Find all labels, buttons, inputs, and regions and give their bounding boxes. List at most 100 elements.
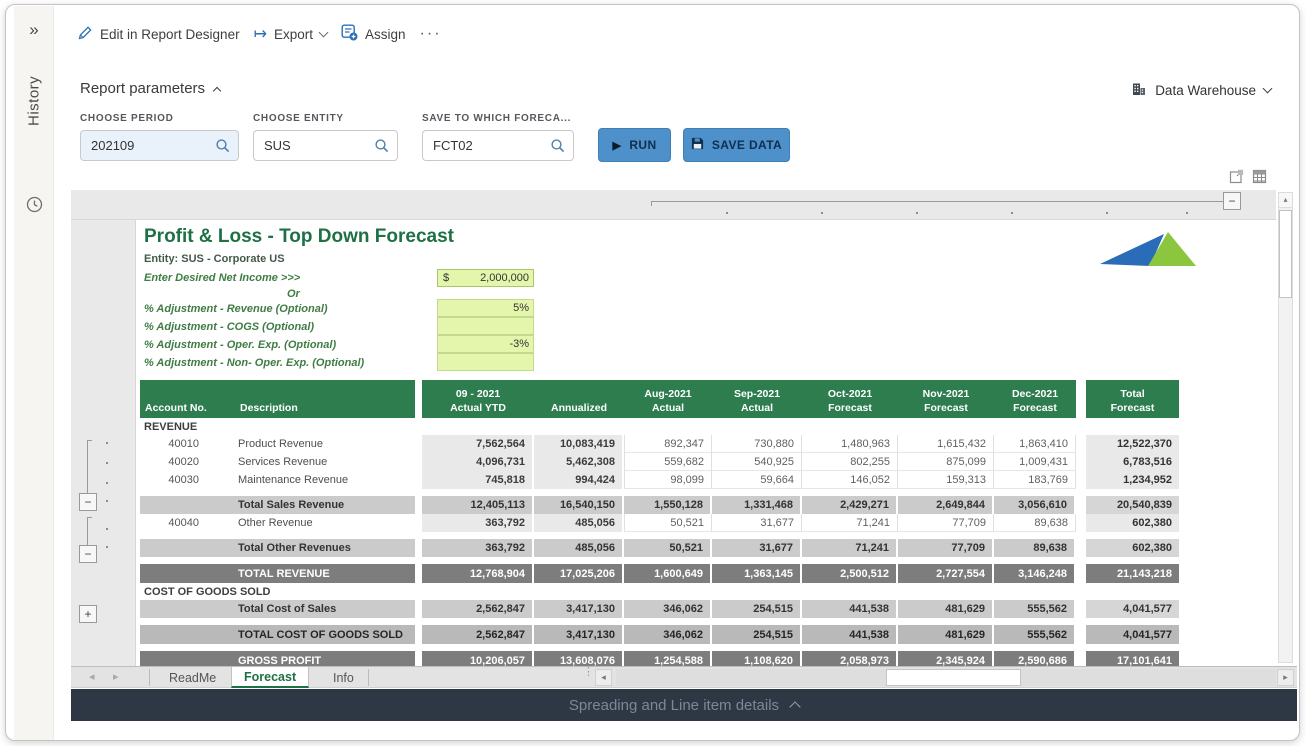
gap [415,453,422,471]
search-icon[interactable] [215,138,231,159]
description-cell: TOTAL REVENUE [235,564,415,583]
aug-actual-cell[interactable]: 50,521 [624,514,712,532]
open-in-window-icon[interactable] [1229,169,1244,189]
or-label: Or [287,286,300,302]
sep-actual-cell[interactable]: 31,677 [712,514,802,532]
nov-forecast-cell[interactable]: 77,709 [898,514,994,532]
oct-forecast-cell: 441,538 [802,600,898,618]
horizontal-scroll-thumb[interactable] [886,669,1021,686]
field-label: CHOOSE ENTITY [253,113,398,124]
field-label: CHOOSE PERIOD [80,113,239,124]
assign-button[interactable]: Assign [341,24,406,44]
row-group-collapse-button[interactable]: − [79,545,97,563]
aug-actual-cell[interactable]: 892,347 [624,435,712,453]
sheet-tab-info[interactable]: Info [321,667,366,688]
sheet-view-icons [1229,169,1267,189]
dec-forecast-cell[interactable]: 1,009,431 [994,453,1076,471]
adjustment-input-cell[interactable]: 5% [437,299,534,317]
sheet-tab-readme[interactable]: ReadMe [157,667,228,688]
search-icon[interactable] [374,138,390,159]
section-label: REVENUE [140,418,1179,435]
gap [415,435,422,453]
sep-actual-cell: 1,363,145 [712,564,802,583]
dec-forecast-cell[interactable]: 1,863,410 [994,435,1076,453]
tab-scroll-right-icon[interactable]: ▸ [113,670,119,683]
gap [1076,514,1086,532]
grid-view-icon[interactable] [1252,169,1267,189]
scroll-right-arrow[interactable]: ▸ [1277,669,1294,686]
annualized-cell: 17,025,206 [534,564,624,583]
sep-actual-cell[interactable]: 540,925 [712,453,802,471]
sep-actual-cell[interactable]: 59,664 [712,471,802,489]
sidebar-history-label[interactable]: History [14,56,54,146]
dec-forecast-cell[interactable]: 89,638 [994,514,1076,532]
spreading-details-drawer-toggle[interactable]: Spreading and Line item details [71,689,1297,721]
pane-splitter-handle[interactable]: ⋮ [583,669,594,675]
total-forecast-cell: 12,522,370 [1086,435,1179,453]
sheet-tab-bar: ◂ ▸ ReadMeForecast Info ⋮ ◂ ▸ [71,666,1297,688]
edit-in-report-designer-button[interactable]: Edit in Report Designer [77,25,240,44]
row-outline-gutter: − − + [71,190,136,666]
parameter-field: CHOOSE ENTITY [253,113,398,161]
report-parameters-toggle[interactable]: Report parameters [80,80,220,97]
table-row: Total Sales Revenue12,405,11316,540,1501… [140,496,1179,514]
sheet-tab-forecast[interactable]: Forecast [231,667,309,688]
oct-forecast-cell[interactable]: 146,052 [802,471,898,489]
dec-forecast-cell[interactable]: 183,769 [994,471,1076,489]
gap [1076,453,1086,471]
gap [1076,539,1086,557]
chevron-up-icon [213,86,221,94]
adjustment-label: % Adjustment - Oper. Exp. (Optional) [144,337,336,353]
export-button[interactable]: ↦ Export [254,24,327,44]
sheet-entity-label: Entity: SUS - Corporate US [144,253,285,265]
scroll-left-arrow[interactable]: ◂ [595,669,612,686]
table-row: 40040Other Revenue363,792485,05650,52131… [140,514,1179,532]
nov-forecast-cell[interactable]: 159,313 [898,471,994,489]
oct-forecast-cell[interactable]: 1,480,963 [802,435,898,453]
sidebar-expand-button[interactable]: » [14,20,54,40]
chevron-down-icon [319,27,329,37]
vertical-scrollbar[interactable]: ▴ [1278,192,1293,663]
row-group-collapse-button[interactable]: − [79,493,97,511]
dec-forecast-cell: 555,562 [994,600,1076,618]
more-options-button[interactable]: ··· [420,25,442,43]
dec-forecast-cell: 3,056,610 [994,496,1076,514]
column-group-collapse-button[interactable]: − [1223,192,1241,210]
dec-forecast-cell: 3,146,248 [994,564,1076,583]
save-data-button[interactable]: SAVE DATA [683,128,790,162]
pencil-icon [77,25,93,44]
dec-forecast-cell: 89,638 [994,539,1076,557]
aug-actual-cell[interactable]: 559,682 [624,453,712,471]
scroll-up-arrow[interactable]: ▴ [1279,193,1292,208]
application-window: » History Edit in Report Designer ↦ Expo… [0,0,1306,746]
nov-forecast-cell: 2,649,844 [898,496,994,514]
vertical-scroll-thumb[interactable] [1279,210,1292,298]
net-income-input-cell[interactable]: $ 2,000,000 [437,269,534,287]
history-clock-icon[interactable] [26,196,43,218]
description-cell: TOTAL COST OF GOODS SOLD [235,625,415,644]
row-group-expand-button[interactable]: + [79,605,97,623]
aug-actual-cell[interactable]: 98,099 [624,471,712,489]
nov-forecast-cell: 2,727,554 [898,564,994,583]
nov-forecast-cell[interactable]: 875,099 [898,453,994,471]
actual-ytd-cell: 2,562,847 [422,625,534,644]
nov-forecast-cell[interactable]: 1,615,432 [898,435,994,453]
gap [1076,600,1086,618]
adjustment-input-cell[interactable] [437,353,534,371]
gap [415,625,422,644]
run-button[interactable]: ▶ RUN [598,128,671,162]
adjustment-input-cell[interactable]: -3% [437,335,534,353]
data-warehouse-selector[interactable]: Data Warehouse [1131,81,1271,100]
column-header: 09 - 2021Actual YTD [422,380,534,418]
oct-forecast-cell[interactable]: 71,241 [802,514,898,532]
adjustment-input-cell[interactable] [437,317,534,335]
gap [415,471,422,489]
annualized-cell: 994,424 [534,471,624,489]
actual-ytd-cell: 12,768,904 [422,564,534,583]
total-forecast-cell: 4,041,577 [1086,600,1179,618]
tab-scroll-left-icon[interactable]: ◂ [89,670,95,683]
sep-actual-cell[interactable]: 730,880 [712,435,802,453]
oct-forecast-cell[interactable]: 802,255 [802,453,898,471]
account-cell [140,564,235,583]
search-icon[interactable] [550,138,566,159]
